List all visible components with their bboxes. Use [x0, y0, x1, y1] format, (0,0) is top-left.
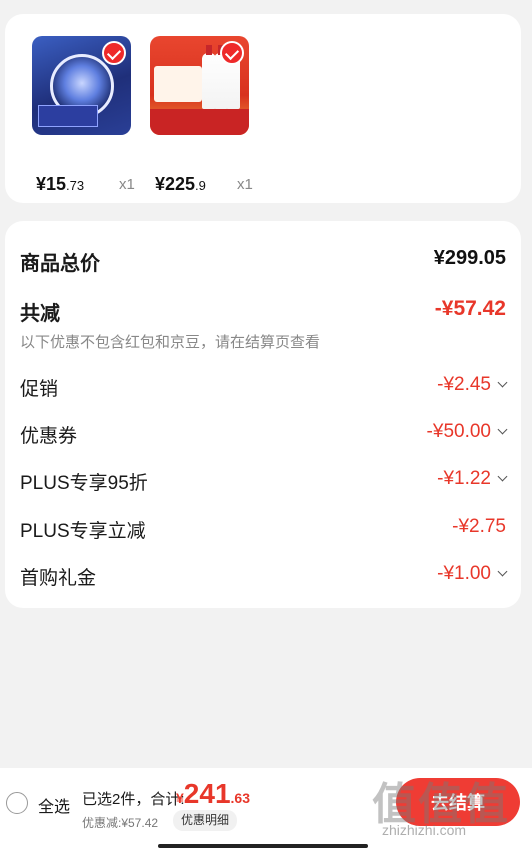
- discount-summary-text: 优惠减:¥57.42: [82, 816, 159, 830]
- discount-row-coupon[interactable]: 优惠券 -¥50.00: [20, 421, 508, 451]
- discount-value: -¥1.22: [437, 468, 508, 490]
- discount-label: 促销: [20, 379, 59, 400]
- product-label-strip: [38, 105, 98, 127]
- discount-row-promotion[interactable]: 促销 -¥2.45: [20, 374, 508, 404]
- total-reduction-row: 共减 -¥57.42: [20, 297, 506, 327]
- discount-note: 以下优惠不包含红包和京豆，请在结算页查看: [20, 334, 321, 351]
- discount-label: 首购礼金: [20, 568, 97, 589]
- product-label-strip: [154, 66, 202, 102]
- discount-row-plus-instant: PLUS专享立减 -¥2.75: [20, 516, 506, 546]
- total-price-row: 商品总价 ¥299.05: [20, 247, 506, 277]
- price-summary-card: 商品总价 ¥299.05 共减 -¥57.42 以下优惠不包含红包和京豆，请在结…: [5, 221, 521, 608]
- chevron-down-icon: [497, 471, 508, 482]
- product-qty-1: x1: [119, 176, 135, 193]
- discount-row-first-purchase[interactable]: 首购礼金 -¥1.00: [20, 563, 508, 593]
- discount-label: PLUS专享立减: [20, 521, 146, 542]
- select-all-label[interactable]: 全选: [38, 793, 70, 817]
- product-banner: [150, 109, 249, 135]
- discount-detail-button[interactable]: 优惠明细: [173, 810, 238, 831]
- total-reduction-label: 共减: [20, 303, 60, 325]
- total-amount: ¥241.63: [176, 778, 250, 809]
- total-reduction-value: -¥57.42: [434, 297, 506, 320]
- total-price-value: ¥299.05: [433, 247, 506, 269]
- discount-value: -¥2.45: [437, 374, 508, 396]
- select-all-radio[interactable]: [6, 792, 28, 814]
- discount-value: -¥2.75: [452, 516, 506, 537]
- discount-value: -¥1.00: [437, 563, 508, 585]
- checked-icon[interactable]: [220, 41, 244, 65]
- product-image-1[interactable]: [32, 36, 131, 135]
- discount-value: -¥50.00: [427, 421, 508, 443]
- product-price-1: ¥15.73: [36, 174, 85, 194]
- selected-count-text: 已选2件，合计:: [82, 791, 185, 808]
- checkout-bar: 全选 已选2件，合计: ¥241.63 优惠减:¥57.42 优惠明细 去结算: [0, 768, 532, 848]
- checkout-button[interactable]: 去结算: [396, 778, 520, 826]
- checked-icon[interactable]: [102, 41, 126, 65]
- product-qty-2: x1: [237, 176, 253, 193]
- products-card: ¥15.73 x1 ¥225.9 x1: [5, 14, 521, 203]
- home-indicator: [158, 844, 368, 848]
- chevron-down-icon: [497, 377, 508, 388]
- chevron-down-icon: [497, 424, 508, 435]
- discount-row-plus-95[interactable]: PLUS专享95折 -¥1.22: [20, 468, 508, 498]
- discount-label: 优惠券: [20, 426, 78, 447]
- product-image-2[interactable]: [150, 36, 249, 135]
- discount-label: PLUS专享95折: [20, 473, 148, 494]
- total-price-label: 商品总价: [20, 253, 100, 275]
- chevron-down-icon: [497, 566, 508, 577]
- product-price-2: ¥225.9: [155, 174, 206, 194]
